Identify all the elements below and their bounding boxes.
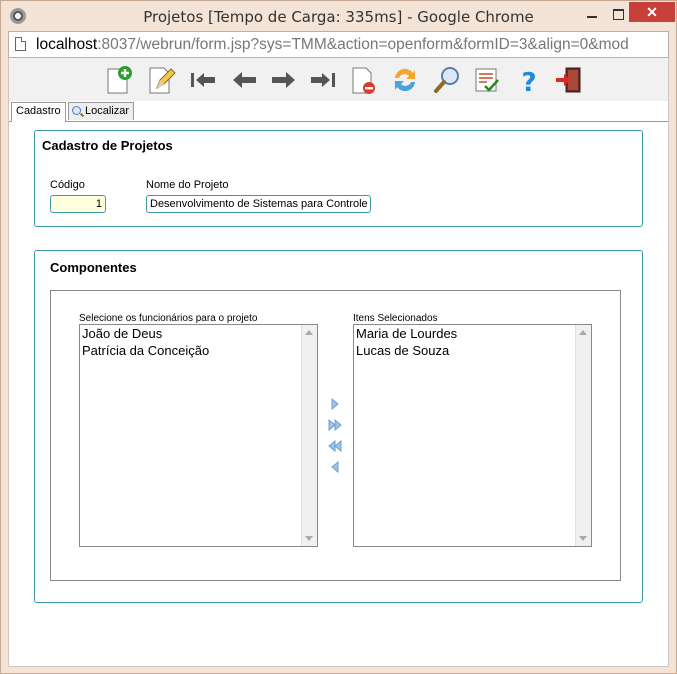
codigo-label: Código — [50, 179, 85, 191]
selected-list[interactable]: Maria de Lourdes Lucas de Souza — [353, 324, 592, 547]
scrollbar[interactable] — [575, 325, 591, 546]
edit-icon[interactable] — [145, 64, 177, 96]
delete-icon[interactable] — [347, 64, 379, 96]
next-record-icon[interactable] — [267, 64, 299, 96]
tab-cadastro[interactable]: Cadastro — [11, 102, 66, 122]
scrollbar[interactable] — [301, 325, 317, 546]
url-host: localhost — [36, 36, 98, 53]
move-all-left-icon[interactable] — [328, 439, 342, 453]
new-record-icon[interactable] — [103, 64, 135, 96]
first-record-icon[interactable] — [187, 64, 219, 96]
codigo-input[interactable]: 1 — [50, 195, 106, 213]
address-bar[interactable]: localhost:8037/webrun/form.jsp?sys=TMM&a… — [8, 31, 669, 58]
magnifier-icon — [72, 106, 81, 115]
exit-icon[interactable] — [553, 64, 585, 96]
close-button[interactable]: ✕ — [629, 2, 675, 22]
cadastro-panel: Cadastro de Projetos Código 1 Nome do Pr… — [34, 130, 643, 227]
scroll-down-icon[interactable] — [305, 536, 313, 541]
report-icon[interactable] — [471, 64, 503, 96]
componentes-panel: Componentes Selecione os funcionários pa… — [34, 250, 643, 603]
list-item[interactable]: Patrícia da Conceição — [80, 342, 317, 359]
tab-localizar[interactable]: Localizar — [68, 102, 135, 120]
nome-label: Nome do Projeto — [146, 179, 229, 191]
componentes-title: Componentes — [50, 260, 137, 275]
svg-text:?: ? — [521, 68, 536, 96]
shuttle-box: Selecione os funcionários para o projeto… — [50, 290, 621, 581]
scroll-up-icon[interactable] — [305, 330, 313, 335]
available-list[interactable]: João de Deus Patrícia da Conceição — [79, 324, 318, 547]
nome-input[interactable]: Desenvolvimento de Sistemas para Control… — [146, 195, 371, 213]
minimize-button[interactable] — [579, 4, 605, 24]
help-icon[interactable]: ? — [513, 64, 545, 96]
move-right-icon[interactable] — [328, 397, 342, 411]
cadastro-title: Cadastro de Projetos — [42, 138, 173, 153]
browser-window: Projetos [Tempo de Carga: 335ms] - Googl… — [0, 0, 677, 674]
window-title: Projetos [Tempo de Carga: 335ms] - Googl… — [143, 8, 534, 26]
list-item[interactable]: Maria de Lourdes — [354, 325, 591, 342]
previous-record-icon[interactable] — [229, 64, 261, 96]
move-left-icon[interactable] — [328, 460, 342, 474]
page-content: ? Cadastro Localizar Cadastro de Projeto… — [8, 58, 669, 667]
available-label: Selecione os funcionários para o projeto — [79, 313, 258, 324]
list-item[interactable]: Lucas de Souza — [354, 342, 591, 359]
selected-label: Itens Selecionados — [353, 313, 438, 324]
refresh-icon[interactable] — [389, 64, 421, 96]
scroll-up-icon[interactable] — [579, 330, 587, 335]
search-icon[interactable] — [431, 64, 463, 96]
list-item[interactable]: João de Deus — [80, 325, 317, 342]
url-path: :8037/webrun/form.jsp?sys=TMM&action=ope… — [97, 36, 629, 53]
scroll-down-icon[interactable] — [579, 536, 587, 541]
maximize-button[interactable] — [605, 4, 631, 24]
url-text[interactable]: localhost:8037/webrun/form.jsp?sys=TMM&a… — [36, 36, 666, 54]
title-bar: Projetos [Tempo de Carga: 335ms] - Googl… — [1, 1, 676, 31]
move-all-right-icon[interactable] — [328, 418, 342, 432]
toolbar: ? — [9, 58, 668, 102]
last-record-icon[interactable] — [307, 64, 339, 96]
tab-strip: Cadastro Localizar — [9, 101, 668, 122]
tab-localizar-label: Localizar — [85, 105, 130, 117]
page-icon — [15, 37, 26, 51]
